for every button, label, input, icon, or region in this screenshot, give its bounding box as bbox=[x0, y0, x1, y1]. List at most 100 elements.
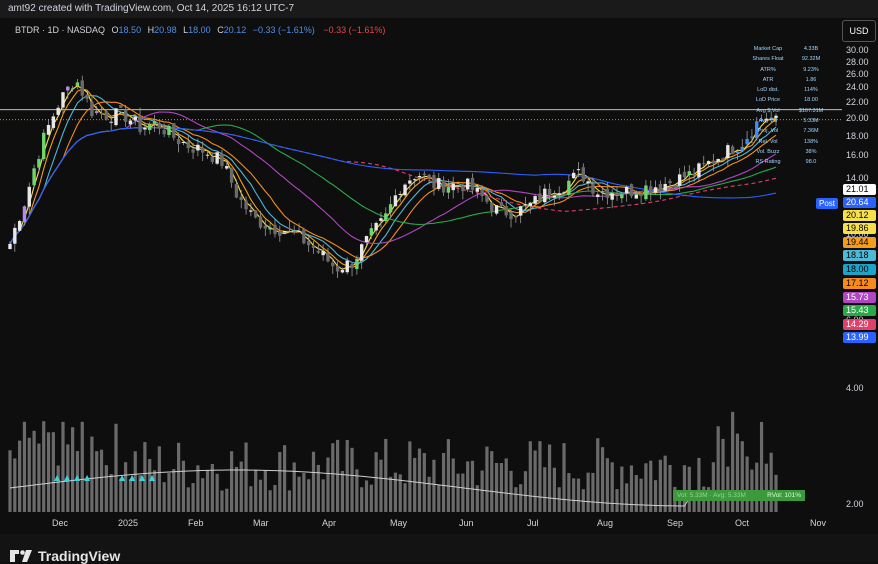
x-tick-label: 2025 bbox=[118, 518, 139, 528]
open-value: 18.50 bbox=[118, 25, 142, 35]
candle-body bbox=[653, 187, 658, 193]
volume-bar bbox=[446, 439, 451, 512]
candle-body bbox=[99, 112, 104, 114]
y-tick-label: 22.00 bbox=[846, 96, 869, 107]
volume-bar bbox=[456, 473, 460, 512]
stats-value: 5.33M bbox=[803, 118, 819, 125]
volume-bar bbox=[427, 476, 431, 512]
stats-label: ATR bbox=[762, 76, 774, 83]
volume-bar bbox=[311, 451, 316, 512]
top-bar: amt92 created with TradingView.com, Oct … bbox=[0, 0, 878, 18]
volume-bar bbox=[335, 439, 340, 512]
candle-body bbox=[176, 139, 181, 144]
candle-body bbox=[504, 206, 508, 216]
volume-signal-mark: ▲ bbox=[139, 473, 146, 482]
candle-body bbox=[576, 169, 581, 171]
candle-body bbox=[196, 144, 200, 151]
stats-label: Market Cap bbox=[753, 46, 783, 52]
candle-body bbox=[350, 263, 354, 269]
candle-body bbox=[263, 225, 268, 229]
candle-body bbox=[162, 130, 166, 135]
candle-body bbox=[345, 260, 349, 273]
volume-bar bbox=[711, 462, 715, 512]
candle-body bbox=[205, 154, 210, 156]
volume-bar bbox=[576, 478, 581, 512]
volume-bar bbox=[374, 452, 378, 512]
candle-body bbox=[335, 265, 340, 272]
volume-bar bbox=[258, 479, 263, 512]
volume-bar bbox=[128, 479, 133, 512]
volume-bar bbox=[181, 460, 186, 512]
symbol-label[interactable]: BTDR · 1D · NASDAQ bbox=[15, 25, 105, 35]
candle-body bbox=[80, 80, 84, 96]
volume-bar bbox=[302, 473, 306, 512]
candle-body bbox=[109, 121, 113, 123]
volume-bar bbox=[494, 462, 499, 512]
y-tick-label: 20.00 bbox=[846, 112, 869, 123]
candle-body bbox=[268, 227, 272, 230]
volume-bar bbox=[263, 470, 267, 512]
stats-label: ATR% bbox=[760, 66, 776, 73]
volume-bar bbox=[697, 457, 701, 512]
volume-bar bbox=[345, 439, 349, 512]
volume-signal-mark: ▲ bbox=[84, 473, 91, 482]
candle-body bbox=[369, 228, 374, 236]
candle-body bbox=[75, 82, 80, 86]
volume-bar bbox=[22, 421, 27, 512]
volume-bar bbox=[292, 462, 296, 512]
volume-bar bbox=[461, 473, 465, 512]
tradingview-logo-icon bbox=[10, 550, 32, 562]
volume-bar bbox=[543, 467, 547, 512]
candle-body bbox=[446, 186, 451, 193]
y-tick-label: 28.00 bbox=[846, 56, 869, 67]
candle-body bbox=[538, 193, 542, 202]
stats-value: 18.00 bbox=[804, 97, 818, 104]
stats-label: Avg Vol bbox=[758, 118, 778, 125]
volume-bar bbox=[13, 458, 17, 512]
currency-button[interactable]: USD bbox=[842, 20, 876, 42]
candle-body bbox=[355, 258, 359, 270]
candle-body bbox=[726, 145, 730, 159]
volume-bar bbox=[591, 472, 595, 512]
volume-bar bbox=[95, 451, 99, 512]
candle-body bbox=[485, 195, 489, 202]
candle-body bbox=[287, 227, 292, 229]
x-tick-label: Oct bbox=[735, 518, 750, 528]
price-label: 20.12 bbox=[843, 210, 876, 221]
candle-body bbox=[408, 180, 412, 184]
volume-bar bbox=[46, 432, 51, 512]
x-tick-label: Jun bbox=[459, 518, 474, 528]
volume-bar bbox=[509, 470, 513, 512]
candle-body bbox=[721, 158, 725, 161]
candle-body bbox=[95, 111, 99, 113]
stats-value: 138% bbox=[803, 138, 819, 145]
volume-bar bbox=[287, 490, 292, 512]
candle-body bbox=[32, 168, 36, 186]
volume-bar bbox=[379, 459, 383, 512]
stats-label: Proj. Vol bbox=[757, 128, 779, 135]
volume-bar bbox=[408, 441, 412, 512]
candle-body bbox=[22, 206, 27, 223]
volume-bar bbox=[239, 461, 243, 512]
candle-body bbox=[51, 116, 56, 128]
candle-body bbox=[292, 231, 296, 233]
candle-body bbox=[181, 142, 186, 144]
volume-bar bbox=[215, 473, 219, 512]
candle-body bbox=[316, 250, 321, 253]
candle-body bbox=[104, 111, 109, 120]
volume-signal-mark: ▲ bbox=[74, 473, 81, 482]
candle-body bbox=[422, 173, 427, 176]
volume-bar bbox=[470, 460, 475, 512]
candle-body bbox=[692, 173, 696, 176]
candle-body bbox=[518, 206, 523, 216]
volume-bar bbox=[244, 442, 248, 512]
candle-body bbox=[8, 243, 12, 250]
candle-body bbox=[234, 183, 239, 198]
candle-body bbox=[297, 230, 301, 232]
candle-body bbox=[600, 191, 605, 193]
candle-body bbox=[596, 194, 600, 197]
candle-body bbox=[191, 149, 195, 153]
close-value: 20.12 bbox=[223, 25, 247, 35]
stats-row: ATR% 9.23% bbox=[742, 65, 828, 75]
volume-bar bbox=[610, 462, 614, 512]
